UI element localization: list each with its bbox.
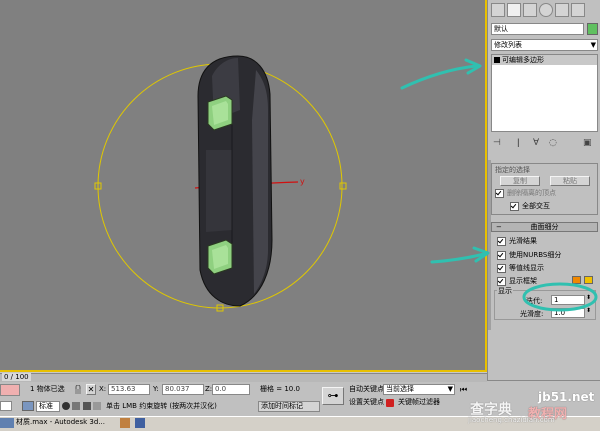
x-label: X: bbox=[99, 385, 107, 393]
taskbar-app-icon bbox=[0, 418, 14, 428]
selection-set-dropdown[interactable]: 当前选择 ▼ bbox=[383, 384, 455, 395]
grid-size-label: 栅格 = 10.0 bbox=[260, 385, 300, 393]
key-filter-icon[interactable] bbox=[386, 399, 394, 407]
maxscript-listener[interactable] bbox=[0, 384, 20, 396]
taskbar-app-icon bbox=[120, 418, 130, 428]
toolbar-icon[interactable] bbox=[93, 402, 101, 410]
site-watermark: jb51.net bbox=[538, 390, 595, 404]
x-coordinate-field[interactable]: 513.63 bbox=[108, 384, 150, 395]
taskbar-app-icon bbox=[135, 418, 145, 428]
selection-status: 1 物体已选 bbox=[30, 385, 65, 393]
set-key-icon[interactable]: ⊶ bbox=[322, 387, 344, 405]
arrow-to-stack-item bbox=[400, 64, 478, 90]
y-coordinate-field[interactable]: 80.037 bbox=[162, 384, 204, 395]
toolbar-icon[interactable] bbox=[83, 402, 91, 410]
auto-key-label[interactable]: 自动关键点 bbox=[349, 384, 384, 395]
mode-label[interactable]: 标准 bbox=[36, 401, 60, 412]
go-to-start-icon[interactable]: ⏮ bbox=[460, 385, 467, 395]
url-watermark: jiaocheng.chazidian.com bbox=[468, 416, 555, 424]
display-mode-icon[interactable] bbox=[62, 402, 70, 410]
iterations-highlight-circle bbox=[522, 282, 598, 312]
taskbar-item[interactable]: 材质.max - Autodesk 3d... bbox=[16, 417, 105, 428]
absolute-mode-icon[interactable]: ✕ bbox=[86, 384, 96, 395]
render-icon[interactable] bbox=[22, 401, 34, 411]
timeline-track[interactable] bbox=[0, 373, 487, 382]
z-coordinate-field[interactable]: 0.0 bbox=[212, 384, 250, 395]
shading-icon[interactable] bbox=[72, 402, 80, 410]
set-key-label[interactable]: 设置关键点 bbox=[349, 397, 384, 408]
timeline-counter[interactable]: 0 / 100 bbox=[2, 373, 31, 381]
y-label: Y: bbox=[153, 385, 159, 393]
lock-icon[interactable] bbox=[74, 384, 82, 394]
viewport-icon[interactable] bbox=[0, 401, 12, 411]
prompt-text: 单击 LMB 约束旋转 (按两次并汉化) bbox=[106, 402, 217, 410]
chevron-down-icon: ▼ bbox=[447, 385, 453, 393]
key-filters-button[interactable]: 关键帧过滤器 bbox=[398, 397, 440, 408]
selection-set-value: 当前选择 bbox=[386, 385, 414, 393]
annotation-layer bbox=[400, 58, 598, 312]
add-time-tag-button[interactable]: 添加时间标记 bbox=[258, 401, 320, 412]
